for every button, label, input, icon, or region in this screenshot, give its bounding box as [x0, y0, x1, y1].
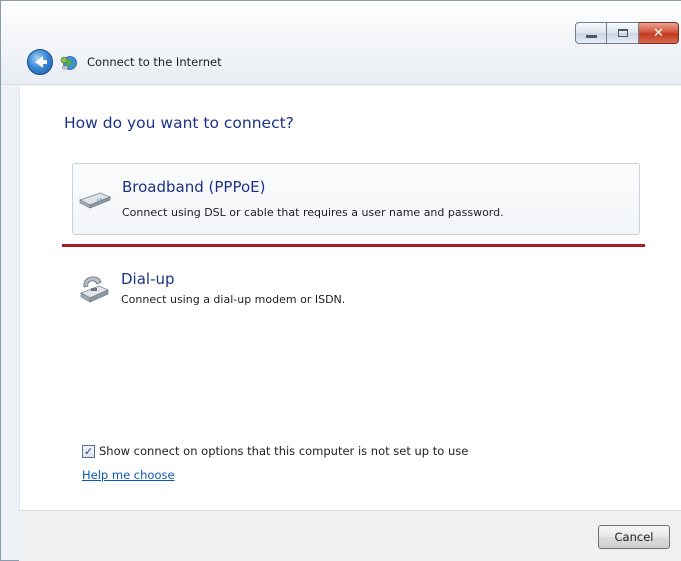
help-me-choose-link[interactable]: Help me choose [82, 468, 175, 482]
cancel-button[interactable]: Cancel [598, 525, 670, 549]
close-icon: ✕ [653, 25, 664, 41]
caption-buttons: ✕ [575, 22, 679, 46]
show-options-label[interactable]: Show connect on options that this comput… [99, 444, 468, 458]
show-options-checkbox[interactable]: ✓ [82, 444, 95, 458]
option-dialup[interactable]: Dial-up Connect using a dial-up modem or… [72, 261, 640, 319]
wizard-footer: Cancel [19, 510, 681, 561]
back-button[interactable] [27, 49, 53, 75]
title-bar: ✕ Connect to the Internet [1, 1, 681, 85]
option-title: Broadband (PPPoE) [122, 178, 266, 196]
checkmark-icon: ✓ [83, 444, 94, 458]
maximize-icon [617, 29, 628, 37]
minimize-button[interactable] [575, 22, 607, 44]
wizard-content: How do you want to connect? Broadband (P… [19, 86, 681, 510]
dialup-modem-icon [80, 276, 109, 303]
broadband-modem-icon [78, 192, 112, 209]
minimize-icon [585, 34, 597, 38]
show-options-row: ✓ Show connect on options that this comp… [82, 444, 468, 458]
window-title: Connect to the Internet [87, 55, 222, 69]
network-globe-icon [60, 56, 77, 70]
close-button[interactable]: ✕ [639, 22, 679, 44]
option-description: Connect using a dial-up modem or ISDN. [121, 293, 346, 306]
selection-divider [62, 244, 645, 247]
connect-wizard-window: ✕ Connect to the Internet How do you wan… [0, 0, 681, 561]
option-description: Connect using DSL or cable that requires… [122, 206, 504, 219]
maximize-button[interactable] [607, 22, 639, 44]
page-heading: How do you want to connect? [64, 114, 294, 132]
option-broadband[interactable]: Broadband (PPPoE) Connect using DSL or c… [72, 163, 640, 235]
option-title: Dial-up [121, 270, 175, 288]
